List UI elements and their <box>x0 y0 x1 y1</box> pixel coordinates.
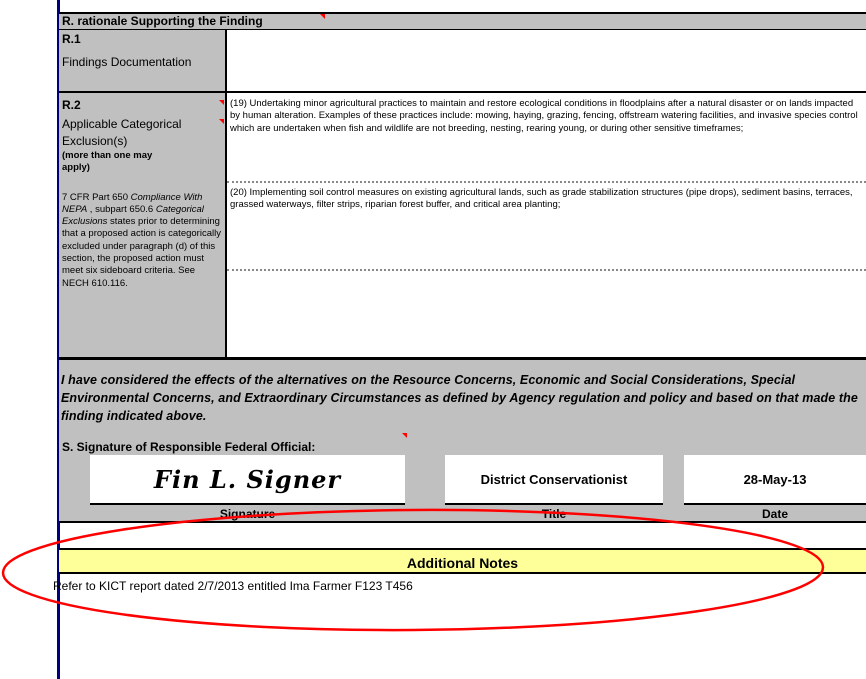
title-value: District Conservationist <box>480 471 628 487</box>
additional-notes-text: Refer to KICT report dated 2/7/2013 enti… <box>53 579 413 593</box>
r1-label-cell: R.1 Findings Documentation <box>59 29 227 91</box>
comment-indicator[interactable] <box>219 119 224 124</box>
exclusion-blank-field[interactable] <box>227 271 866 357</box>
date-label: Date <box>761 507 788 521</box>
exclusion-20-text: (20) Implementing soil control measures … <box>230 187 853 211</box>
date-value: 28-May-13 <box>743 471 807 487</box>
comment-indicator[interactable] <box>320 14 325 19</box>
r1-id: R.1 <box>62 32 81 46</box>
date-field[interactable]: 28-May-13 <box>684 455 866 505</box>
additional-notes-title: Additional Notes <box>406 555 519 571</box>
r2-label-cell: R.2 Applicable Categorical Exclusion(s) … <box>59 91 227 357</box>
r1-label: Findings Documentation <box>62 55 192 69</box>
r2-id: R.2 <box>62 98 81 112</box>
section-r-title: R. rationale Supporting the Finding <box>62 14 263 28</box>
r1-findings-documentation-field[interactable] <box>227 29 866 91</box>
comment-indicator[interactable] <box>219 100 224 105</box>
r2-cfr-text: 7 CFR Part 650 Compliance With NEPA , su… <box>59 175 224 290</box>
exclusion-19-field[interactable]: (19) Undertaking minor agricultural prac… <box>227 91 866 183</box>
agency-statement: I have considered the effects of the alt… <box>61 373 858 423</box>
exclusion-19-text: (19) Undertaking minor agricultural prac… <box>230 98 858 134</box>
r2-cfr-part: 7 CFR Part 650 <box>62 191 131 203</box>
section-s-title: S. Signature of Responsible Federal Offi… <box>62 440 316 454</box>
exclusion-20-field[interactable]: (20) Implementing soil control measures … <box>227 183 866 271</box>
signature-field[interactable]: Fin L. Signer <box>90 455 405 505</box>
title-field[interactable]: District Conservationist <box>445 455 663 505</box>
title-label: Title <box>541 507 567 521</box>
additional-notes-field[interactable]: Refer to KICT report dated 2/7/2013 enti… <box>53 575 866 679</box>
additional-notes-header: Additional Notes <box>59 548 866 574</box>
section-r-header: R. rationale Supporting the Finding <box>59 12 866 29</box>
signature-label: Signature <box>219 507 276 521</box>
comment-indicator[interactable] <box>402 433 407 438</box>
r2-cfr-subpart: , subpart 650.6 <box>87 203 156 215</box>
r2-label: Applicable Categorical Exclusion(s) <box>62 117 182 148</box>
r2-note: (more than one may apply) <box>62 150 153 174</box>
signature-value: Fin L. Signer <box>153 464 342 494</box>
